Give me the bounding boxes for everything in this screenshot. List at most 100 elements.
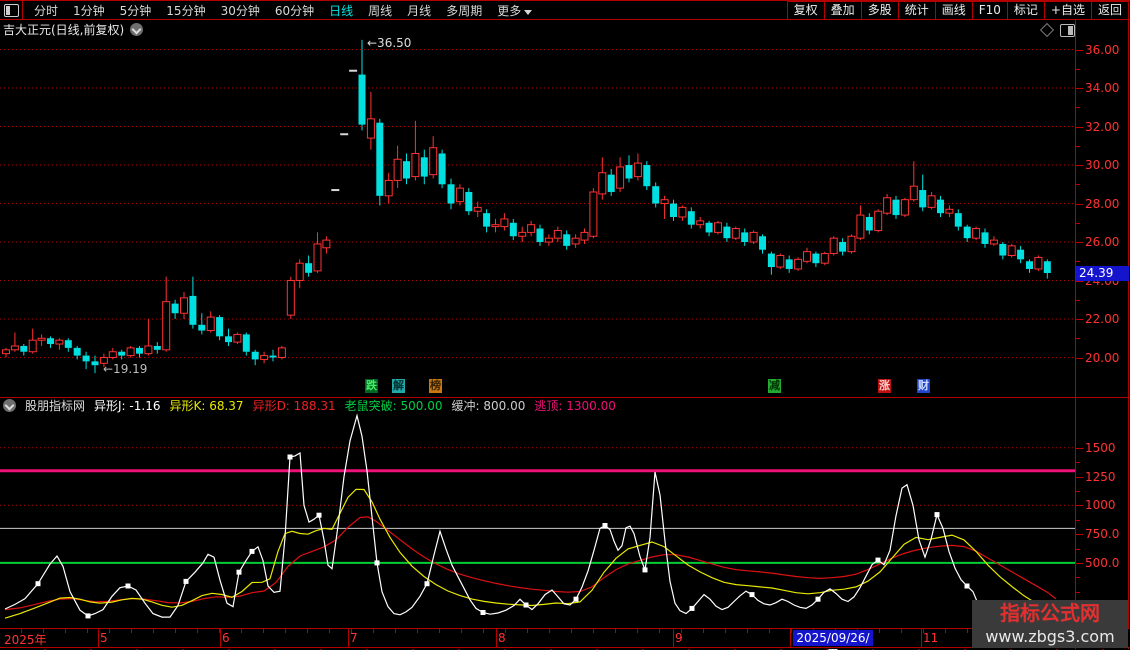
indicator-header: 股朋指标网异形J: -1.16 异形K: 68.37 异形D: 188.31 老鼠突破…: [0, 397, 1130, 412]
axis-tick: [1076, 146, 1080, 147]
btn-统计[interactable]: 统计: [898, 1, 936, 20]
month-tick: [496, 629, 497, 647]
event-badge-跌[interactable]: 跌: [365, 379, 378, 393]
indicator-scale-label: 1000: [1085, 498, 1116, 512]
trading-app-window: 分时 1分钟 5分钟 15分钟 30分钟 60分钟日线周线月线多周期更多 复权叠加多股统计…: [0, 0, 1130, 650]
month-tick: [348, 629, 349, 647]
date-label: 8: [498, 631, 506, 645]
month-tick: [921, 629, 922, 647]
tab-1分钟[interactable]: 1分钟: [73, 2, 105, 19]
date-axis: 2025年56789112025/09/26/五: [0, 628, 1130, 648]
indicator-value-异形J: 异形J: -1.16: [94, 397, 160, 414]
tab-更多[interactable]: 更多: [497, 2, 532, 19]
watermark-site-name: 指标公式网: [972, 600, 1128, 627]
btn-多股[interactable]: 多股: [861, 1, 899, 20]
btn-画线[interactable]: 画线: [935, 1, 973, 20]
indicator-value-异形D: 异形D: 188.31: [253, 397, 336, 414]
tab-日线[interactable]: 日线: [329, 2, 353, 19]
indicator-value-老鼠突破: 老鼠突破: 500.00: [345, 397, 443, 414]
axis-tick: [1076, 127, 1083, 128]
split-window-icon: [4, 4, 19, 17]
event-badge-财[interactable]: 财: [917, 379, 930, 393]
price-annotation: ←19.19: [103, 362, 147, 376]
btn-F10[interactable]: F10: [972, 1, 1008, 20]
price-label: 28.00: [1085, 197, 1119, 211]
tab-5分钟[interactable]: 5分钟: [120, 2, 152, 19]
toolbar-buttons: 复权叠加多股统计画线F10标记+自选返回: [788, 1, 1129, 20]
chart-title: 吉大正元(日线,前复权): [3, 21, 124, 38]
indicator-scale-label: 1500: [1085, 441, 1116, 455]
tab-15分钟[interactable]: 15分钟: [166, 2, 205, 19]
date-label: 7: [350, 631, 358, 645]
axis-tick: [1076, 300, 1080, 301]
axis-tick: [1076, 505, 1083, 506]
axis-tick: [1076, 204, 1083, 205]
watermark: 指标公式网 www.zbgs3.com: [972, 600, 1128, 648]
btn-标记[interactable]: 标记: [1007, 1, 1045, 20]
price-label: 20.00: [1085, 351, 1119, 365]
axis-tick: [1076, 534, 1083, 535]
indicator-scale-label: 750.0: [1085, 527, 1119, 541]
axis-tick: [1076, 462, 1080, 463]
axis-tick: [1076, 261, 1080, 262]
tab-30分钟[interactable]: 30分钟: [221, 2, 260, 19]
price-label: 36.00: [1085, 43, 1119, 57]
indicator-collapse-icon[interactable]: [3, 399, 16, 412]
tab-多周期[interactable]: 多周期: [446, 2, 482, 19]
tab-60分钟[interactable]: 60分钟: [275, 2, 314, 19]
price-label: 30.00: [1085, 158, 1119, 172]
maximize-pane-icon[interactable]: [1060, 24, 1075, 37]
axis-tick: [1076, 242, 1083, 243]
diamond-icon[interactable]: [1040, 23, 1054, 37]
month-tick: [220, 629, 221, 647]
indicator-chart: [0, 412, 1075, 628]
date-label: 9: [675, 631, 683, 645]
axis-tick: [1076, 107, 1080, 108]
event-badge-减[interactable]: 减: [768, 379, 781, 393]
price-label: 34.00: [1085, 81, 1119, 95]
axis-tick: [1076, 281, 1083, 282]
indicator-source: 股朋指标网: [25, 397, 85, 414]
axis-tick: [1076, 165, 1083, 166]
layout-toggle-button[interactable]: [0, 1, 23, 19]
axis-tick: [1076, 549, 1080, 550]
indicator-panel[interactable]: [0, 412, 1075, 628]
current-price-box: 24.39: [1076, 266, 1129, 281]
axis-tick: [1076, 491, 1080, 492]
axis-tick: [1076, 184, 1080, 185]
axis-tick: [1076, 319, 1083, 320]
candlestick-chart: [0, 38, 1075, 396]
axis-tick: [1076, 358, 1083, 359]
title-dropdown-icon[interactable]: [130, 23, 143, 36]
event-badge-解[interactable]: 解: [392, 379, 405, 393]
more-dropdown-icon: [524, 10, 532, 15]
price-label: 26.00: [1085, 235, 1119, 249]
tab-周线[interactable]: 周线: [368, 2, 392, 19]
price-label: 32.00: [1085, 120, 1119, 134]
right-border-line: [1128, 20, 1129, 649]
month-tick: [98, 629, 99, 647]
axis-tick: [1076, 88, 1083, 89]
indicator-scale-label: 1250: [1085, 470, 1116, 484]
month-tick: [790, 629, 791, 647]
indicator-scale-label: 500.0: [1085, 556, 1119, 570]
indicator-value-异形K: 异形K: 68.37: [169, 397, 243, 414]
event-badge-涨[interactable]: 涨: [878, 379, 891, 393]
tab-分时[interactable]: 分时: [34, 2, 58, 19]
axis-tick: [1076, 592, 1080, 593]
axis-tick: [1076, 448, 1083, 449]
axis-tick: [1076, 223, 1080, 224]
price-annotation: ←36.50: [367, 36, 411, 50]
date-label: 6: [222, 631, 230, 645]
btn-复权[interactable]: 复权: [787, 1, 825, 20]
title-bar: 吉大正元(日线,前复权): [0, 21, 143, 38]
btn-返回[interactable]: 返回: [1091, 1, 1129, 20]
btn-+自选[interactable]: +自选: [1044, 1, 1092, 20]
price-axis: 36.0034.0032.0030.0028.0026.0024.0022.00…: [1076, 20, 1128, 648]
btn-叠加[interactable]: 叠加: [824, 1, 862, 20]
period-tabs: 分时 1分钟 5分钟 15分钟 30分钟 60分钟日线周线月线多周期更多: [23, 2, 788, 19]
tab-月线[interactable]: 月线: [407, 2, 431, 19]
candlestick-panel[interactable]: ←36.50 ←19.19 跌解 榜 减 涨 财: [0, 38, 1075, 396]
axis-tick: [1076, 69, 1080, 70]
event-badge-榜[interactable]: 榜: [429, 379, 442, 393]
